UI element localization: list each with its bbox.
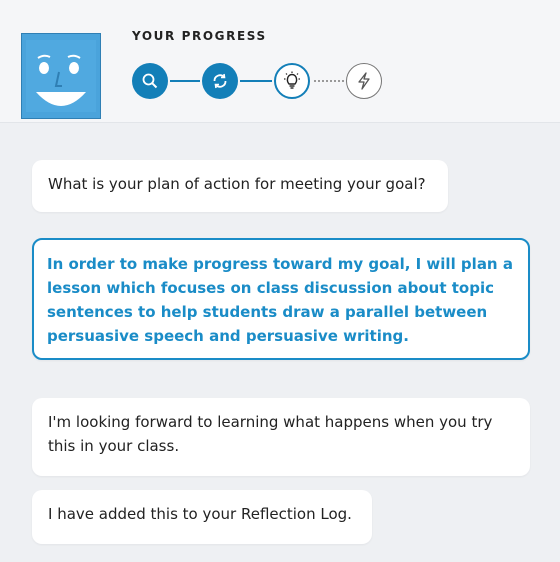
coach-confirmation-bubble: I have added this to your Reflection Log… [32,490,372,544]
step-lightbulb[interactable] [274,63,310,99]
coach-avatar [21,33,101,119]
step-connector [170,80,200,82]
user-response-bubble: In order to make progress toward my goal… [32,238,530,360]
progress-steps [132,63,392,99]
progress-title: YOUR PROGRESS [132,29,267,43]
step-refresh[interactable] [202,63,238,99]
search-icon [142,73,158,89]
coach-followup-bubble: I'm looking forward to learning what hap… [32,398,530,476]
lightbulb-icon [284,71,300,89]
progress-header: YOUR PROGRESS [0,0,560,123]
refresh-icon [213,73,227,89]
coach-question-bubble: What is your plan of action for meeting … [32,160,448,212]
step-search[interactable] [132,63,168,99]
step-lightning[interactable] [346,63,382,99]
step-connector [314,80,344,82]
lightning-icon [358,72,370,90]
step-connector [240,80,272,82]
